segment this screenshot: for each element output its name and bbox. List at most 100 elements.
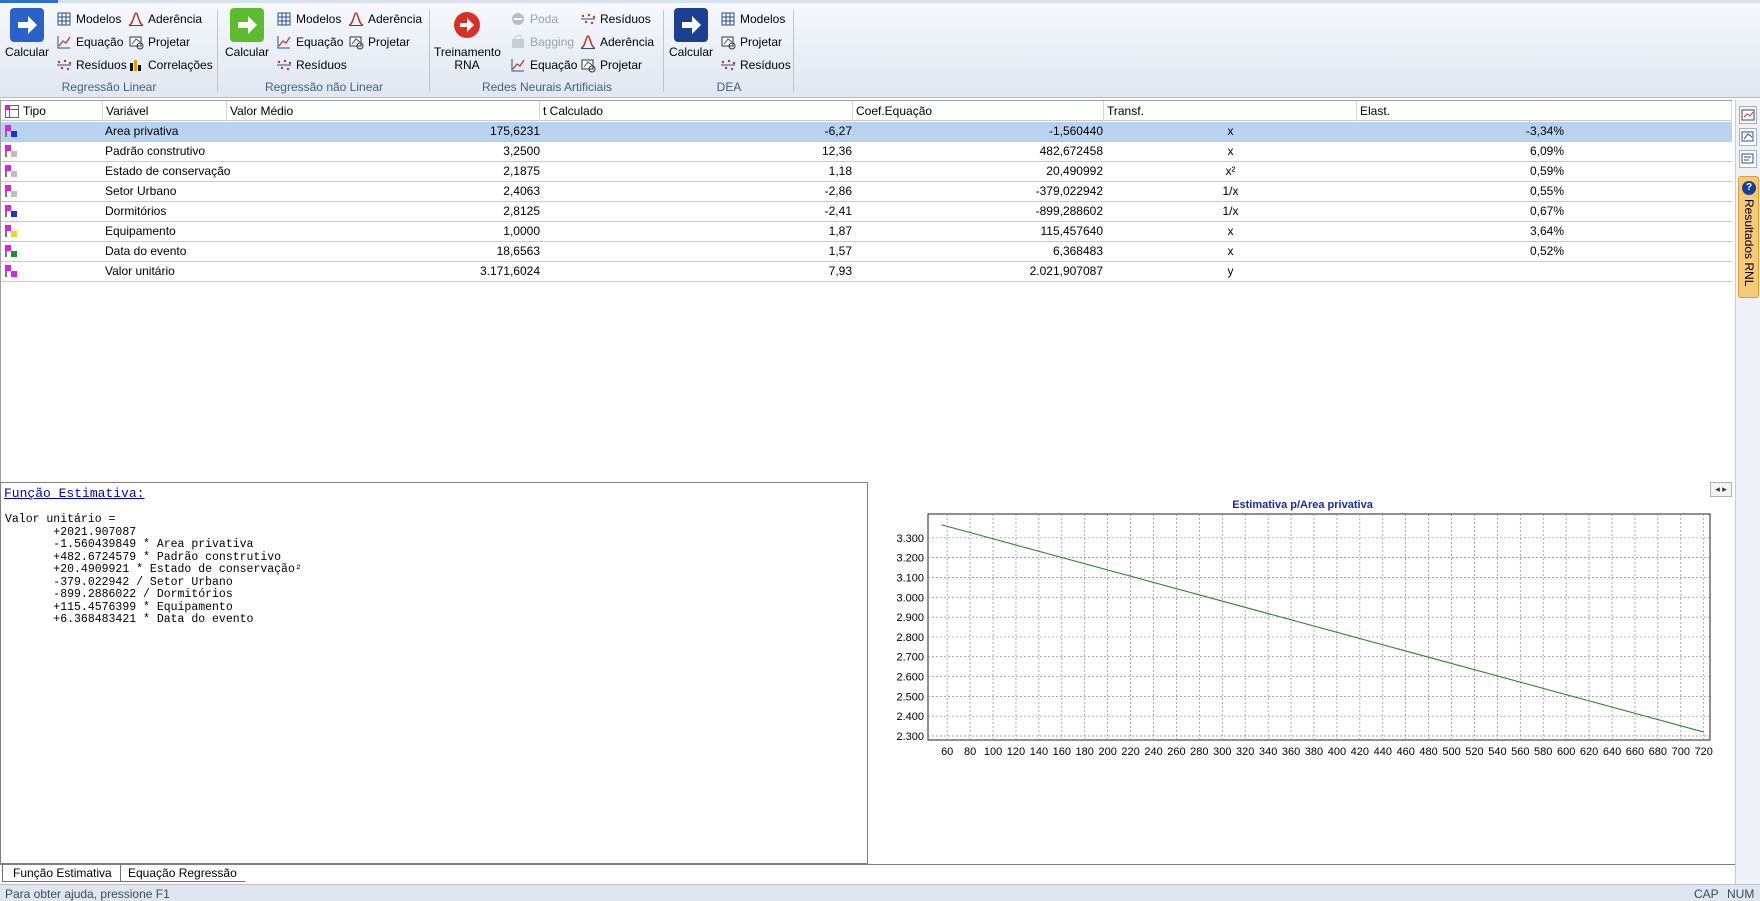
modelos-nao-linear-button[interactable]: Modelos xyxy=(276,9,341,29)
ribbon: Calcular Modelos Aderência Equação Proje… xyxy=(0,0,1760,98)
cell-valor-medio: 3.171,6024 xyxy=(479,264,540,278)
cell-t-calculado: -2,41 xyxy=(824,204,852,218)
table-row[interactable]: Setor Urbano 2,4063 -2,86 -379,022942 1/x 0,5… xyxy=(1,182,1732,202)
column-header-elast[interactable]: Elast. xyxy=(1357,101,1732,121)
x-tick-label: 320 xyxy=(1236,746,1254,758)
arrow-right-dark-blue-icon xyxy=(674,8,708,42)
calcular-linear-button[interactable]: Calcular xyxy=(4,8,50,59)
cell-variavel: Area privativa xyxy=(105,124,179,138)
x-tick-label: 440 xyxy=(1374,746,1392,758)
group-dea: Calcular Modelos Projetar Resíduos DEA xyxy=(664,6,794,96)
column-header-tipo[interactable]: Tipo xyxy=(1,101,103,121)
projetar-dea-button[interactable]: Projetar xyxy=(720,32,782,52)
tab-label: Função Estimativa xyxy=(13,866,112,880)
table-row[interactable]: Estado de conservação 2,1875 1,18 20,490992… xyxy=(1,162,1732,182)
cell-valor-medio: 2,1875 xyxy=(503,164,540,178)
cell-t-calculado: 1,57 xyxy=(828,244,852,258)
poda-button[interactable]: Poda xyxy=(510,9,558,29)
residuos-rna-button[interactable]: Resíduos xyxy=(580,9,651,29)
resultados-rnl-tab[interactable]: ? Resultados RNL xyxy=(1738,176,1759,298)
calcular-label: Calcular xyxy=(668,45,713,59)
variable-type-icon xyxy=(5,225,19,238)
modelos-label: Modelos xyxy=(296,12,342,26)
group-regressao-nao-linear: Calcular Modelos Aderência Equação Proje… xyxy=(218,6,430,96)
residuals-icon xyxy=(56,57,72,73)
correlacoes-button[interactable]: Correlações xyxy=(128,55,213,75)
residuos-label: Resíduos xyxy=(76,58,127,72)
x-tick-label: 520 xyxy=(1465,746,1483,758)
cell-variavel: Setor Urbano xyxy=(105,184,177,198)
panel-scroll-control[interactable]: ◂ ▸ xyxy=(1710,482,1732,497)
equacao-label: Equação xyxy=(76,35,124,49)
table-row[interactable]: Area privativa 175,6231 -6,27 -1,560440 x -3,… xyxy=(1,122,1732,142)
projetar-rna-button[interactable]: Projetar xyxy=(580,55,642,75)
table-row[interactable]: Dormitórios 2,8125 -2,41 -899,288602 1/x 0,67… xyxy=(1,202,1732,222)
cell-coef-equacao: 20,490992 xyxy=(1046,164,1103,178)
aderencia-label: Aderência xyxy=(368,12,423,26)
treinamento-rna-button[interactable]: Treinamento RNA xyxy=(434,8,501,72)
equation-title: Função Estimativa: xyxy=(4,486,145,501)
x-tick-label: 500 xyxy=(1442,746,1460,758)
residuos-dea-button[interactable]: Resíduos xyxy=(720,55,791,75)
calcular-nao-linear-button[interactable]: Calcular xyxy=(224,8,270,59)
x-tick-label: 720 xyxy=(1695,746,1713,758)
x-tick-label: 120 xyxy=(1007,746,1025,758)
residuals-icon xyxy=(276,57,292,73)
x-tick-label: 580 xyxy=(1534,746,1552,758)
cell-t-calculado: 1,87 xyxy=(828,224,852,238)
variable-type-icon xyxy=(5,125,19,138)
calcular-dea-button[interactable]: Calcular xyxy=(668,8,714,59)
bagging-button[interactable]: Bagging xyxy=(510,32,574,52)
table-icon xyxy=(56,11,72,27)
column-header-t-calculado[interactable]: t Calculado xyxy=(540,101,853,121)
column-header-transf[interactable]: Transf. xyxy=(1104,101,1357,121)
bell-curve-icon xyxy=(348,11,364,27)
column-header-valor-medio[interactable]: Valor Médio xyxy=(227,101,540,121)
equacao-linear-button[interactable]: Equação xyxy=(56,32,123,52)
x-tick-label: 360 xyxy=(1282,746,1300,758)
cell-transf: 1/x xyxy=(1222,184,1239,198)
projection-icon xyxy=(580,57,596,73)
cell-coef-equacao: -379,022942 xyxy=(1035,184,1103,198)
projetar-linear-button[interactable]: Projetar xyxy=(128,32,190,52)
sidebar-projection-button[interactable] xyxy=(1739,128,1757,146)
x-tick-label: 460 xyxy=(1397,746,1415,758)
column-header-variavel[interactable]: Variável xyxy=(103,101,227,121)
aderencia-nao-linear-button[interactable]: Aderência xyxy=(348,9,422,29)
tab-funcao-estimativa[interactable]: Função Estimativa xyxy=(2,865,121,882)
y-tick-label: 2.800 xyxy=(896,632,924,644)
sidebar-equation-button[interactable] xyxy=(1739,150,1757,168)
aderencia-rna-button[interactable]: Aderência xyxy=(580,32,654,52)
projetar-nao-linear-button[interactable]: Projetar xyxy=(348,32,410,52)
projetar-label: Projetar xyxy=(148,35,191,49)
tab-equacao-regressao[interactable]: Equação Regressão xyxy=(118,865,245,882)
table-row[interactable]: Equipamento 1,0000 1,87 115,457640 x 3,64% xyxy=(1,222,1732,242)
residuos-linear-button[interactable]: Resíduos xyxy=(56,55,127,75)
residuos-nao-linear-button[interactable]: Resíduos xyxy=(276,55,347,75)
residuos-label: Resíduos xyxy=(296,58,347,72)
modelos-dea-button[interactable]: Modelos xyxy=(720,9,785,29)
projetar-label: Projetar xyxy=(368,35,411,49)
table-row[interactable]: Valor unitário 3.171,6024 7,93 2.021,907087… xyxy=(1,262,1732,282)
residuos-label: Resíduos xyxy=(600,12,651,26)
arrow-right-blue-icon xyxy=(10,8,44,42)
modelos-linear-button[interactable]: Modelos xyxy=(56,9,121,29)
arrow-right-red-icon xyxy=(450,8,484,42)
equation-icon xyxy=(1741,153,1754,164)
equacao-nao-linear-button[interactable]: Equação xyxy=(276,32,343,52)
equacao-rna-button[interactable]: Equação xyxy=(510,55,577,75)
group-label-regressao-linear: Regressão Linear xyxy=(61,80,157,94)
table-row[interactable]: Padrão construtivo 3,2500 12,36 482,672458 x… xyxy=(1,142,1732,162)
x-tick-label: 400 xyxy=(1328,746,1346,758)
cell-transf: 1/x xyxy=(1222,204,1239,218)
table-row[interactable]: Data do evento 18,6563 1,57 6,368483 x 0,52% xyxy=(1,242,1732,262)
sidebar-results-button[interactable] xyxy=(1739,106,1757,124)
aderencia-linear-button[interactable]: Aderência xyxy=(128,9,202,29)
calcular-label: Calcular xyxy=(224,45,269,59)
cell-elast: 0,52% xyxy=(1529,244,1564,258)
equation-term: +115.4576399 * Equipamento xyxy=(5,600,233,614)
equacao-label: Equação xyxy=(530,58,578,72)
y-tick-label: 3.300 xyxy=(896,533,924,545)
column-header-coef-equacao[interactable]: Coef.Equação xyxy=(853,101,1104,121)
x-tick-label: 260 xyxy=(1167,746,1185,758)
